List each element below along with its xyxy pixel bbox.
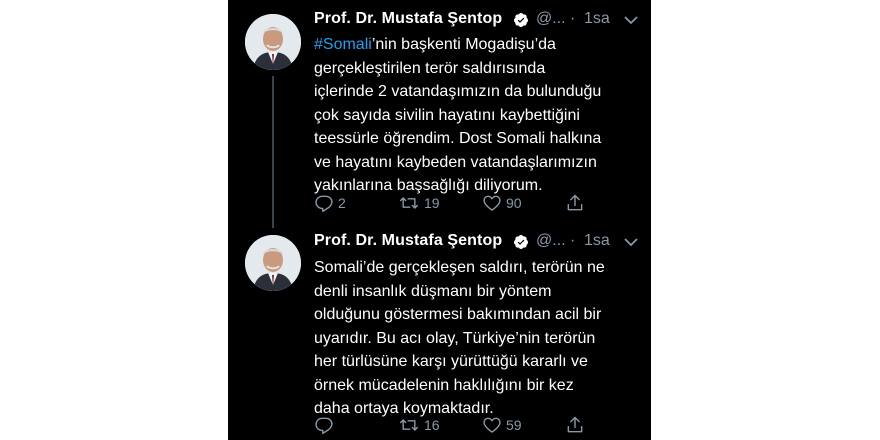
verified-badge-icon <box>514 235 528 249</box>
tweet-text-line: çok sayıda sivilin hayatını kaybettiğini <box>314 106 580 124</box>
reply-icon <box>315 417 333 435</box>
avatar-portrait-icon <box>245 14 301 70</box>
like-button[interactable]: 90 <box>482 192 522 214</box>
hashtag-link[interactable]: #Somali <box>314 36 372 53</box>
share-icon <box>567 416 583 433</box>
author-handle[interactable]: @... <box>536 232 566 250</box>
retweet-count: 19 <box>424 195 440 211</box>
tweet-timestamp[interactable]: 1sa <box>584 10 610 28</box>
reply-button[interactable]: 2 <box>314 192 346 214</box>
like-button[interactable]: 59 <box>482 414 522 436</box>
tweet-text-line: #Somali’nin başkenti Mogadişu’da <box>314 36 556 53</box>
tweet-text-line: içlerinde 2 vatandaşımızın da bulunduğu <box>314 83 602 100</box>
verified-badge-icon <box>514 13 528 27</box>
tweet-text: #Somali’nin başkenti Mogadişu’da gerçekl… <box>314 33 644 198</box>
tweet-text-line: ve hayatını kaybeden vatandaşlarımızın <box>314 153 597 171</box>
thread-connector-line <box>272 76 274 228</box>
retweet-button[interactable]: 16 <box>398 414 440 436</box>
header-separator: · <box>570 10 576 27</box>
tweet-header: Prof. Dr. Mustafa Şentop @... · 1sa <box>314 232 644 254</box>
tweet-text-line: gerçekleştirilen terör saldırısında <box>314 59 546 77</box>
author-handle[interactable]: @... <box>536 10 566 28</box>
share-button[interactable] <box>565 414 585 436</box>
tweet-thread: Prof. Dr. Mustafa Şentop @... · 1sa #Som… <box>228 0 651 440</box>
share-button[interactable] <box>565 192 585 214</box>
tweet-text-line: her türlüsüne karşı yürüttüğü kararlı ve <box>314 353 588 370</box>
retweet-icon <box>399 419 419 431</box>
tweet-text-line: teessürle öğrendim. Dost Somali halkına <box>314 130 602 147</box>
retweet-icon <box>399 197 419 209</box>
heart-icon <box>483 195 501 211</box>
avatar-portrait-icon <box>245 235 301 291</box>
tweet-text-line: denli insanlık düşmanı bir yöntem <box>314 282 552 300</box>
reply-count: 2 <box>338 195 346 211</box>
avatar[interactable] <box>245 235 301 291</box>
tweet-text-line: uyarıdır. Bu acı olay, Türkiye’nin terör… <box>314 329 596 347</box>
share-icon <box>567 194 583 211</box>
author-name[interactable]: Prof. Dr. Mustafa Şentop <box>314 232 502 250</box>
author-name[interactable]: Prof. Dr. Mustafa Şentop <box>314 10 502 28</box>
reply-icon <box>315 195 333 213</box>
tweet-text-line: olduğunu göstermesi bakımından acil bir <box>314 306 602 323</box>
header-separator: · <box>570 232 576 249</box>
tweet-actions: 2 19 90 <box>314 192 594 214</box>
chevron-down-icon[interactable] <box>624 237 638 247</box>
tweet-2[interactable]: Prof. Dr. Mustafa Şentop @... · 1sa Soma… <box>228 232 651 440</box>
like-count: 59 <box>506 417 522 433</box>
tweet-text: Somali’de gerçekleşen saldırı, terörün n… <box>314 256 644 421</box>
like-count: 90 <box>506 195 522 211</box>
tweet-text-line: Somali’de gerçekleşen saldırı, terörün n… <box>314 259 605 276</box>
chevron-down-icon[interactable] <box>624 15 638 25</box>
reply-button[interactable] <box>314 414 338 436</box>
retweet-button[interactable]: 19 <box>398 192 440 214</box>
avatar[interactable] <box>245 14 301 70</box>
retweet-count: 16 <box>424 417 440 433</box>
tweet-1[interactable]: Prof. Dr. Mustafa Şentop @... · 1sa #Som… <box>228 0 651 232</box>
tweet-header: Prof. Dr. Mustafa Şentop @... · 1sa <box>314 10 644 32</box>
tweet-timestamp[interactable]: 1sa <box>584 232 610 250</box>
tweet-actions: 16 59 <box>314 414 594 436</box>
tweet-text-line: örnek mücadelenin haklılığını bir kez <box>314 376 574 394</box>
heart-icon <box>483 417 501 433</box>
